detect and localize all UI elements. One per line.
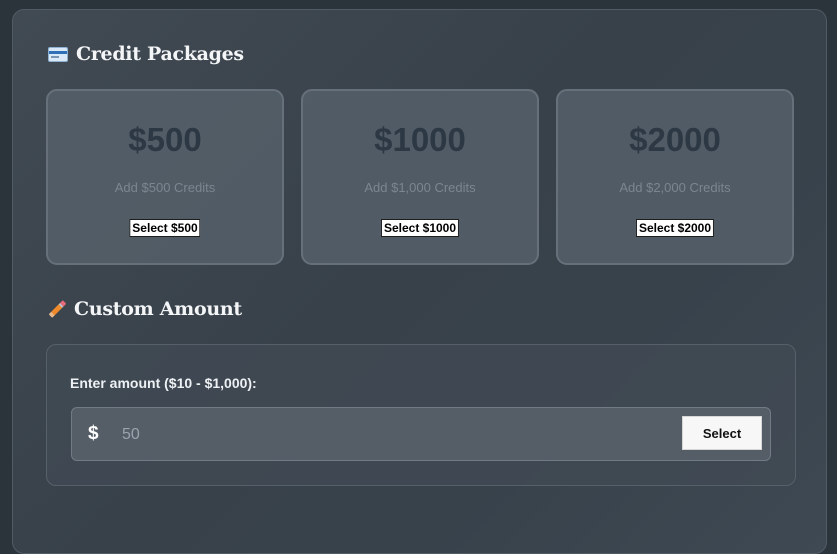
credit-card-icon <box>48 46 68 62</box>
custom-amount-title: Custom Amount <box>74 298 242 320</box>
credit-packages-heading: Credit Packages <box>48 43 244 65</box>
select-1000-button[interactable]: Select $1000 <box>380 219 460 237</box>
package-amount: $500 <box>128 121 202 158</box>
credit-packages-title: Credit Packages <box>76 43 244 65</box>
packages-list: $500 Add $500 Credits Select $500 $1000 … <box>46 89 794 265</box>
custom-amount-input[interactable] <box>120 422 624 448</box>
package-amount: $1000 <box>374 121 466 158</box>
dollar-sign: $ <box>88 423 99 444</box>
package-description: Add $1,000 Credits <box>364 180 476 195</box>
select-500-button[interactable]: Select $500 <box>129 219 201 237</box>
custom-amount-panel: Enter amount ($10 - $1,000): $ Select <box>46 344 796 486</box>
amount-input-group: $ Select <box>71 407 771 461</box>
package-amount: $2000 <box>629 121 721 158</box>
custom-amount-heading: Custom Amount <box>48 298 242 320</box>
pencil-icon <box>48 300 66 318</box>
select-2000-button[interactable]: Select $2000 <box>635 219 715 237</box>
amount-label: Enter amount ($10 - $1,000): <box>70 375 257 391</box>
package-card-2000[interactable]: $2000 Add $2,000 Credits Select $2000 <box>556 89 794 265</box>
select-custom-amount-button[interactable]: Select <box>682 416 762 450</box>
package-description: Add $500 Credits <box>114 180 216 195</box>
credit-panel: Credit Packages $500 Add $500 Credits Se… <box>12 9 827 554</box>
package-description: Add $2,000 Credits <box>619 180 731 195</box>
package-card-1000[interactable]: $1000 Add $1,000 Credits Select $1000 <box>301 89 539 265</box>
package-card-500[interactable]: $500 Add $500 Credits Select $500 <box>46 89 284 265</box>
